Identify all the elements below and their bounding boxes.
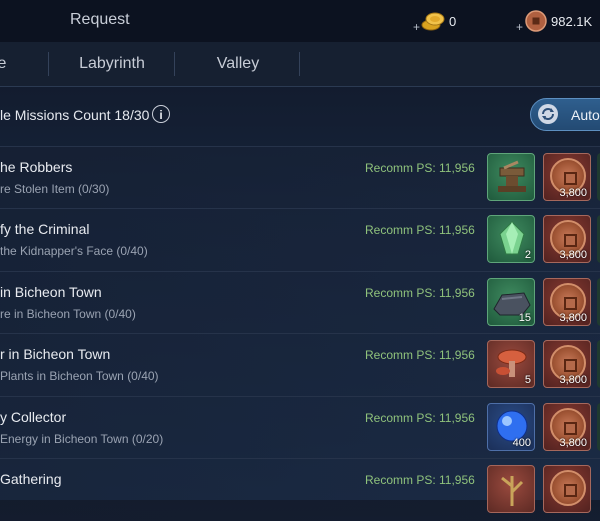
anvil-icon	[498, 160, 526, 192]
copper-currency: 982.1K	[525, 10, 592, 32]
reward-item[interactable]	[487, 465, 535, 513]
mission-title: y Collector	[0, 409, 67, 425]
missions-header: le Missions Count 18/30	[0, 96, 600, 136]
coin-qty: 3,800	[559, 374, 587, 386]
reward-item[interactable]	[487, 153, 535, 201]
info-icon[interactable]: i	[152, 105, 170, 123]
gold-amount: 0	[449, 13, 457, 29]
recommended-power: Recomm PS: 11,956	[365, 286, 475, 300]
mission-title: Gathering	[0, 471, 62, 487]
mission-row[interactable]: r in Bicheon Town Plants in Bicheon Town…	[0, 333, 600, 396]
mission-subtitle: Energy in Bicheon Town (0/20)	[0, 432, 164, 446]
add-gold-button[interactable]: +	[413, 20, 420, 34]
copper-coin-icon	[525, 10, 547, 32]
mission-subtitle: re in Bicheon Town (0/40)	[0, 307, 136, 321]
auto-button[interactable]: Auto	[530, 98, 600, 131]
reward-qty: 400	[512, 437, 531, 449]
mission-row[interactable]: in Bicheon Town re in Bicheon Town (0/40…	[0, 271, 600, 334]
refresh-icon	[538, 104, 558, 124]
mission-title: he Robbers	[0, 159, 73, 175]
top-title: Request	[70, 11, 130, 28]
tab-divider	[174, 52, 175, 76]
mission-title: fy the Criminal	[0, 221, 90, 237]
mission-subtitle: the Kidnapper's Face (0/40)	[0, 244, 148, 258]
mission-row[interactable]: Gathering Recomm PS: 11,956	[0, 458, 600, 521]
mission-title: r in Bicheon Town	[0, 346, 111, 362]
reward-item[interactable]: 400	[487, 403, 535, 451]
mission-subtitle: re Stolen Item (0/30)	[0, 182, 110, 196]
tab-divider	[299, 52, 300, 76]
coin-reward[interactable]	[543, 465, 591, 513]
coin-reward[interactable]: 3,800	[543, 340, 591, 388]
gold-coins-icon	[421, 12, 445, 31]
tab-labyrinth[interactable]: Labyrinth	[60, 42, 164, 86]
missions-count: le Missions Count 18/30	[0, 107, 150, 123]
mission-row[interactable]: fy the Criminal the Kidnapper's Face (0/…	[0, 208, 600, 271]
coin-qty: 3,800	[559, 437, 587, 449]
reward-qty: 15	[518, 312, 531, 324]
copper-amount: 982.1K	[551, 13, 593, 29]
reward-item[interactable]: 15	[487, 278, 535, 326]
mission-row[interactable]: y Collector Energy in Bicheon Town (0/20…	[0, 396, 600, 459]
reward-qty: 2	[524, 249, 531, 261]
tab-partial[interactable]: e	[0, 42, 8, 86]
coin-qty: 3,800	[559, 312, 587, 324]
coin-reward[interactable]: 3,800	[543, 153, 591, 201]
recommended-power: Recomm PS: 11,956	[365, 161, 475, 175]
coin-qty: 3,800	[559, 249, 587, 261]
reward-qty: 5	[524, 374, 531, 386]
recommended-power: Recomm PS: 11,956	[365, 348, 475, 362]
mission-title: in Bicheon Town	[0, 284, 102, 300]
recommended-power: Recomm PS: 11,956	[365, 473, 475, 487]
region-tabs: e Labyrinth Valley	[0, 42, 600, 87]
recommended-power: Recomm PS: 11,956	[365, 411, 475, 425]
coin-reward[interactable]: 3,800	[543, 215, 591, 263]
coin-qty: 3,800	[559, 187, 587, 199]
tab-divider	[48, 52, 49, 76]
copper-coin-icon	[550, 470, 586, 506]
top-bar: Request + 0 + 982.1K	[0, 0, 600, 42]
auto-label: Auto	[571, 107, 600, 123]
herb-icon	[501, 476, 524, 506]
reward-item[interactable]: 2	[487, 215, 535, 263]
coin-reward[interactable]: 3,800	[543, 278, 591, 326]
mission-row[interactable]: he Robbers re Stolen Item (0/30) Recomm …	[0, 146, 600, 209]
reward-item[interactable]: 5	[487, 340, 535, 388]
mission-subtitle: Plants in Bicheon Town (0/40)	[0, 369, 159, 383]
coin-reward[interactable]: 3,800	[543, 403, 591, 451]
gold-currency: 0	[421, 10, 456, 32]
recommended-power: Recomm PS: 11,956	[365, 223, 475, 237]
add-copper-button[interactable]: +	[516, 20, 523, 34]
tab-valley[interactable]: Valley	[186, 42, 290, 86]
